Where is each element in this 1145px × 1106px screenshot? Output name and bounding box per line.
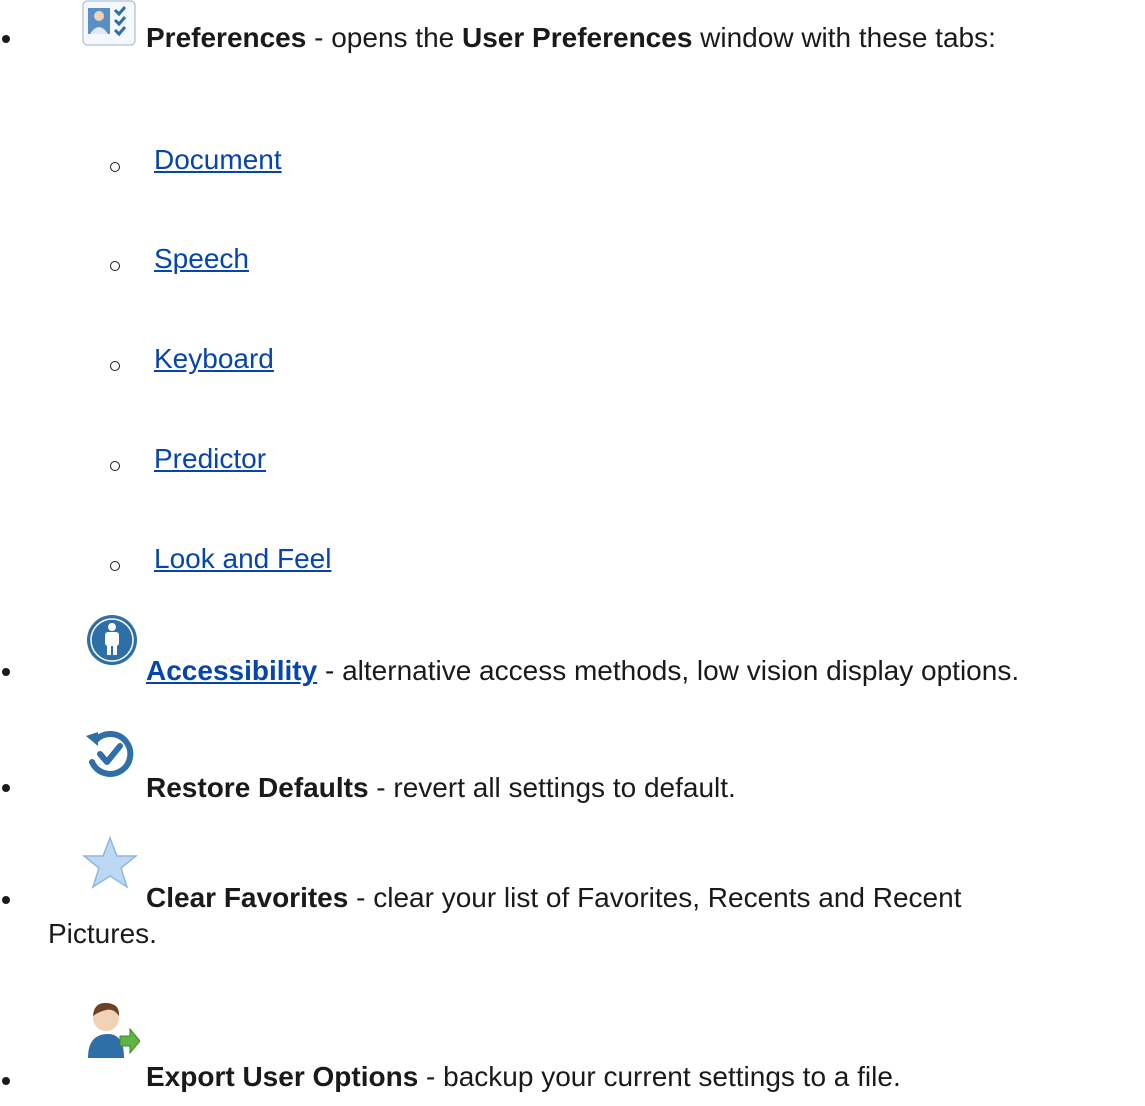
star-icon (81, 835, 139, 897)
bullet (2, 896, 10, 904)
item-title: Export User Options (146, 1061, 419, 1092)
bullet (2, 668, 10, 676)
tab-link-document[interactable]: Document (154, 140, 282, 180)
list-item-preferences: Preferences - opens the User Preferences… (0, 0, 1145, 60)
sub-bullet (110, 361, 120, 371)
sub-item-speech: Speech (0, 239, 1145, 279)
sub-bullet (110, 561, 120, 571)
sub-item-document: Document (0, 140, 1145, 180)
bullet (2, 1077, 10, 1085)
preferences-icon (82, 0, 136, 53)
item-title: Clear Favorites (146, 882, 349, 913)
item-title: Preferences (146, 22, 307, 53)
item-title: Restore Defaults (146, 772, 369, 803)
restore-icon (82, 728, 138, 787)
sub-bullet (110, 162, 120, 172)
sub-item-keyboard: Keyboard (0, 339, 1145, 379)
tab-link-speech[interactable]: Speech (154, 239, 249, 279)
tab-link-look-and-feel[interactable]: Look and Feel (154, 539, 331, 579)
sub-bullet (110, 261, 120, 271)
accessibility-icon (86, 614, 138, 673)
sub-item-predictor: Predictor (0, 439, 1145, 479)
accessibility-link[interactable]: Accessibility (146, 655, 317, 686)
tab-link-keyboard[interactable]: Keyboard (154, 339, 274, 379)
list-item-export-user-options: Export User Options - backup your curren… (0, 996, 1145, 1106)
list-item-accessibility: Accessibility - alternative access metho… (0, 614, 1145, 694)
list-item-clear-favorites: Clear Favorites - clear your list of Fav… (0, 834, 1145, 964)
tab-link-predictor[interactable]: Predictor (154, 439, 266, 479)
bullet (2, 784, 10, 792)
item-desc-continued: Pictures. (48, 918, 157, 949)
sub-bullet (110, 461, 120, 471)
export-user-icon (80, 996, 141, 1065)
bullet (2, 35, 10, 43)
list-item-restore-defaults: Restore Defaults - revert all settings t… (0, 724, 1145, 804)
sub-item-look-and-feel: Look and Feel (0, 539, 1145, 579)
